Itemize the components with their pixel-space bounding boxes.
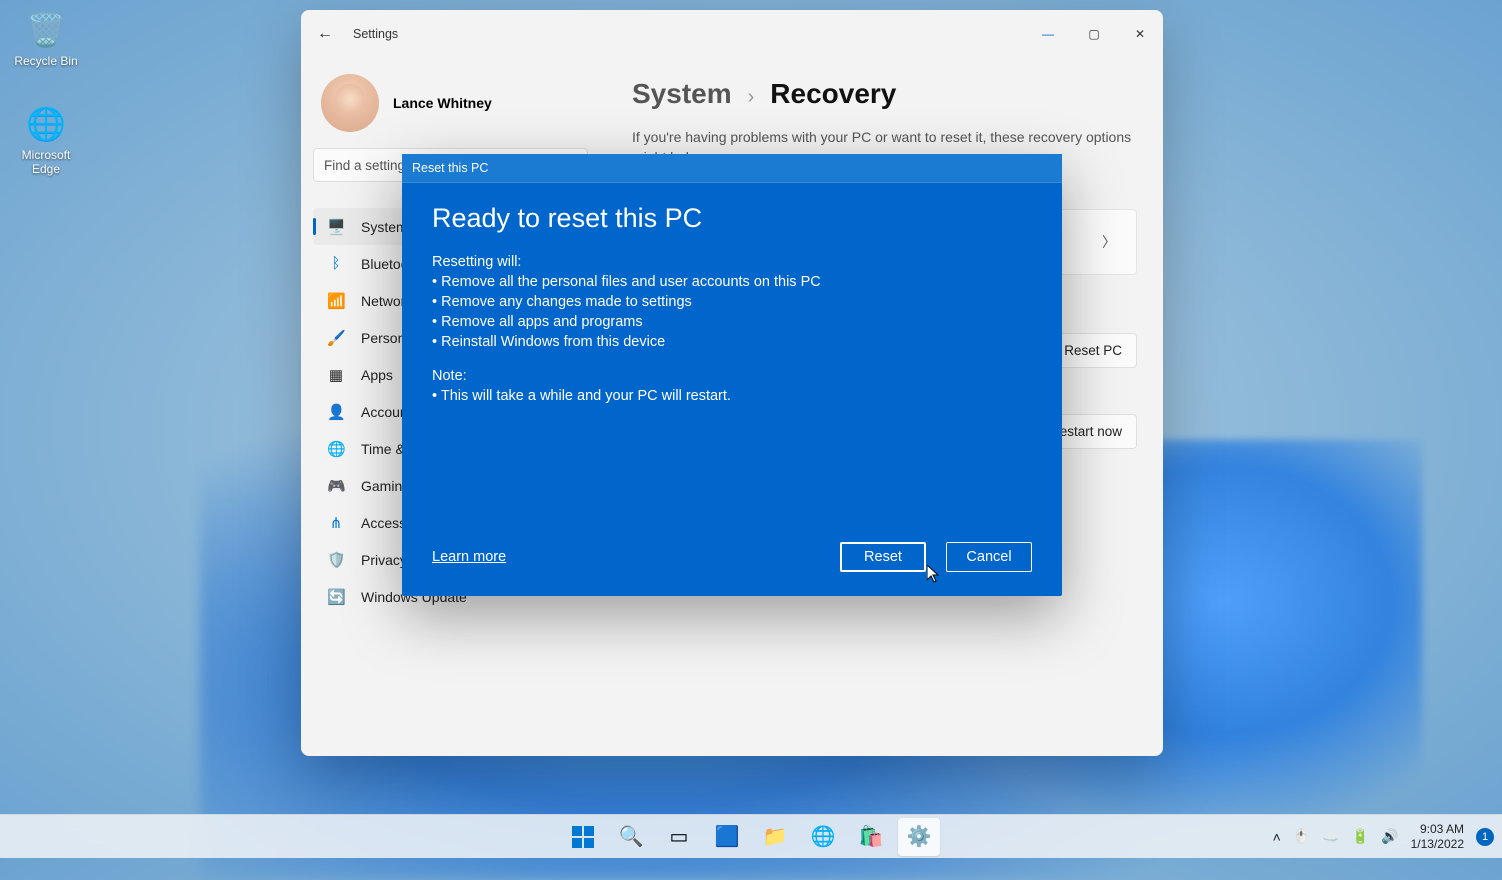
note-label: Note: [432, 368, 1032, 384]
edge-button[interactable]: 🌐 [802, 818, 844, 856]
breadcrumb: System › Recovery [632, 78, 1137, 110]
taskview-button[interactable]: ▭ [658, 818, 700, 856]
widgets-button[interactable]: 🟦 [706, 818, 748, 856]
chevron-right-icon: › [748, 86, 755, 109]
apps-icon: ▦ [327, 366, 345, 384]
reset-dialog: Reset this PC Ready to reset this PC Res… [402, 154, 1062, 596]
sidebar-item-label: System [361, 219, 408, 235]
maximize-button[interactable]: ▢ [1071, 18, 1117, 50]
resetting-list: Remove all the personal files and user a… [432, 274, 1032, 350]
accessibility-icon: ⋔ [327, 514, 345, 532]
search-placeholder: Find a setting [324, 158, 405, 173]
store-button[interactable]: 🛍️ [850, 818, 892, 856]
tray-onedrive-icon[interactable]: ☁️ [1322, 828, 1339, 845]
taskbar: 🔍 ▭ 🟦 📁 🌐 🛍️ ⚙️ ˄ 🖱️ ☁️ 🔋 🔊 9:03 AM 1/13… [0, 814, 1502, 858]
edge-label: Microsoft Edge [6, 148, 86, 176]
breadcrumb-root[interactable]: System [632, 78, 732, 110]
reset-pc-button[interactable]: Reset PC [1049, 333, 1137, 368]
chevron-right-icon: 〉 [1102, 232, 1116, 252]
tray-battery-icon[interactable]: 🔋 [1352, 828, 1369, 845]
system-icon: 🖥️ [327, 218, 345, 236]
tray-volume-icon[interactable]: 🔊 [1381, 828, 1398, 845]
reset-button[interactable]: Reset [840, 542, 926, 572]
minimize-button[interactable]: — [1025, 18, 1071, 50]
learn-more-link[interactable]: Learn more [432, 549, 506, 565]
taskbar-center: 🔍 ▭ 🟦 📁 🌐 🛍️ ⚙️ [562, 818, 940, 856]
bullet: Remove all the personal files and user a… [432, 274, 1032, 290]
user-name: Lance Whitney [393, 95, 492, 111]
bullet: This will take a while and your PC will … [432, 388, 1032, 404]
window-buttons: — ▢ ✕ [1025, 18, 1163, 50]
cancel-button[interactable]: Cancel [946, 542, 1032, 572]
shield-icon: 🛡️ [327, 551, 345, 569]
update-icon: 🔄 [327, 588, 345, 606]
taskbar-right: ˄ 🖱️ ☁️ 🔋 🔊 9:03 AM 1/13/2022 1 [1273, 815, 1494, 858]
desktop-icon-recycle-bin[interactable]: 🗑️ Recycle Bin [6, 8, 86, 68]
bullet: Reinstall Windows from this device [432, 334, 1032, 350]
tray-usb-icon[interactable]: 🖱️ [1293, 828, 1310, 845]
desktop-icon-edge[interactable]: 🌐 Microsoft Edge [6, 102, 86, 176]
resetting-label: Resetting will: [432, 254, 1032, 270]
dialog-body: Ready to reset this PC Resetting will: R… [402, 183, 1062, 542]
wifi-icon: 📶 [327, 292, 345, 310]
avatar [321, 74, 379, 132]
breadcrumb-leaf: Recovery [770, 78, 896, 110]
titlebar: ← Settings — ▢ ✕ [301, 10, 1163, 58]
globe-icon: 🌐 [327, 440, 345, 458]
explorer-button[interactable]: 📁 [754, 818, 796, 856]
notification-badge[interactable]: 1 [1476, 828, 1494, 846]
sidebar-item-label: Apps [361, 367, 393, 383]
account-icon: 👤 [327, 403, 345, 421]
dialog-title: Reset this PC [402, 154, 1062, 183]
bullet: Remove all apps and programs [432, 314, 1032, 330]
recycle-bin-icon: 🗑️ [24, 8, 68, 52]
search-button[interactable]: 🔍 [610, 818, 652, 856]
bullet: Remove any changes made to settings [432, 294, 1032, 310]
window-title: Settings [353, 27, 398, 41]
note-list: This will take a while and your PC will … [432, 388, 1032, 404]
user-card[interactable]: Lance Whitney [313, 68, 594, 148]
close-button[interactable]: ✕ [1117, 18, 1163, 50]
gaming-icon: 🎮 [327, 477, 345, 495]
taskbar-clock[interactable]: 9:03 AM 1/13/2022 [1411, 822, 1464, 851]
back-button[interactable]: ← [317, 25, 337, 43]
time-text: 9:03 AM [1411, 822, 1464, 836]
brush-icon: 🖌️ [327, 329, 345, 347]
dialog-heading: Ready to reset this PC [432, 203, 1032, 234]
settings-button[interactable]: ⚙️ [898, 818, 940, 856]
recycle-bin-label: Recycle Bin [6, 54, 86, 68]
start-button[interactable] [562, 818, 604, 856]
tray-chevron-icon[interactable]: ˄ [1273, 829, 1281, 845]
bluetooth-icon: ᛒ [327, 255, 345, 272]
date-text: 1/13/2022 [1411, 837, 1464, 851]
edge-icon: 🌐 [24, 102, 68, 146]
